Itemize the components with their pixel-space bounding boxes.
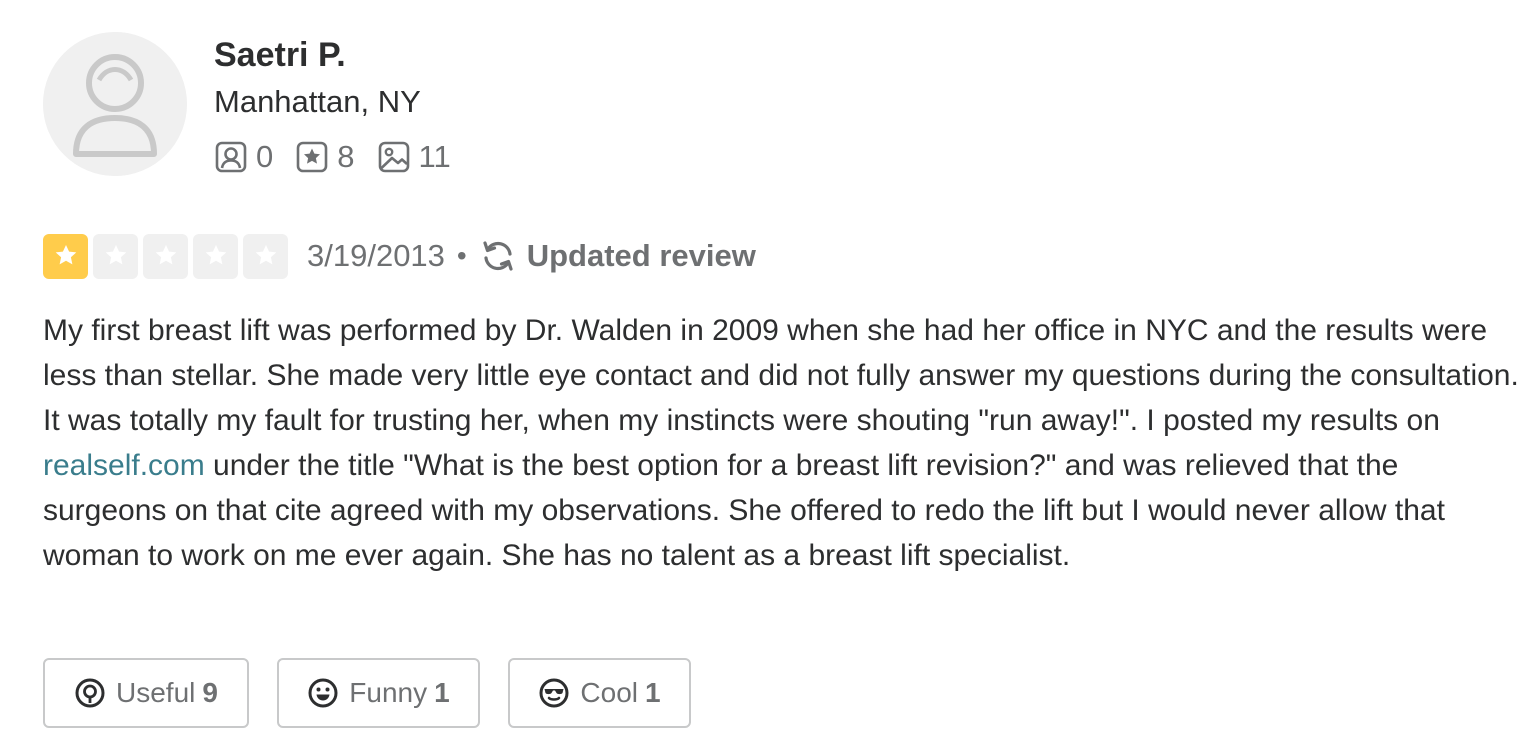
star-icon [55, 245, 76, 265]
user-name[interactable]: Saetri P. [214, 34, 346, 76]
sunglasses-icon [539, 678, 569, 708]
photo-icon [378, 141, 409, 173]
updated-review-link[interactable]: Updated review [527, 236, 756, 276]
reaction-buttons: Useful 9 Funny 1 Cool 1 [43, 658, 719, 728]
review-meta: 3/19/2013 • Updated review [43, 233, 756, 279]
star-icon [105, 245, 126, 265]
friends-stat: 0 [214, 138, 273, 176]
review-star-icon [296, 141, 328, 173]
useful-label: Useful [116, 677, 196, 708]
cool-button[interactable]: Cool 1 [508, 658, 691, 728]
review-date: 3/19/2013 [307, 238, 445, 273]
star-empty [193, 233, 238, 279]
friends-icon [215, 141, 247, 173]
photos-count: 11 [418, 139, 451, 174]
user-location: Manhattan, NY [214, 84, 421, 119]
reviews-stat: 8 [295, 138, 355, 176]
photos-stat: 11 [377, 138, 451, 176]
review-text-part2: under the title "What is the best option… [43, 449, 1445, 572]
user-stats: 0 8 11 [214, 138, 473, 176]
star-empty [93, 233, 138, 279]
star-empty [243, 233, 288, 279]
star-icon [205, 245, 226, 265]
review-text-part1: My first breast lift was performed by Dr… [43, 314, 1519, 437]
default-user-avatar-icon [43, 32, 187, 176]
star-empty [143, 233, 188, 279]
lightbulb-icon [75, 678, 105, 708]
funny-button[interactable]: Funny 1 [277, 658, 480, 728]
useful-button[interactable]: Useful 9 [43, 658, 249, 728]
user-avatar[interactable] [43, 32, 187, 176]
friends-count: 0 [256, 139, 274, 174]
review-text: My first breast lift was performed by Dr… [43, 308, 1523, 578]
smile-icon [308, 678, 338, 708]
review-link[interactable]: realself.com [43, 449, 205, 482]
separator-dot: • [456, 240, 467, 271]
funny-label: Funny [349, 677, 428, 708]
star-icon [255, 245, 276, 265]
cool-count: 1 [645, 677, 661, 708]
useful-count: 9 [202, 677, 218, 708]
star-icon [155, 245, 176, 265]
cool-label: Cool [580, 677, 638, 708]
star-rating [43, 233, 293, 279]
reviews-count: 8 [337, 139, 355, 174]
refresh-icon [483, 241, 513, 271]
star-filled [43, 233, 88, 279]
funny-count: 1 [434, 677, 450, 708]
